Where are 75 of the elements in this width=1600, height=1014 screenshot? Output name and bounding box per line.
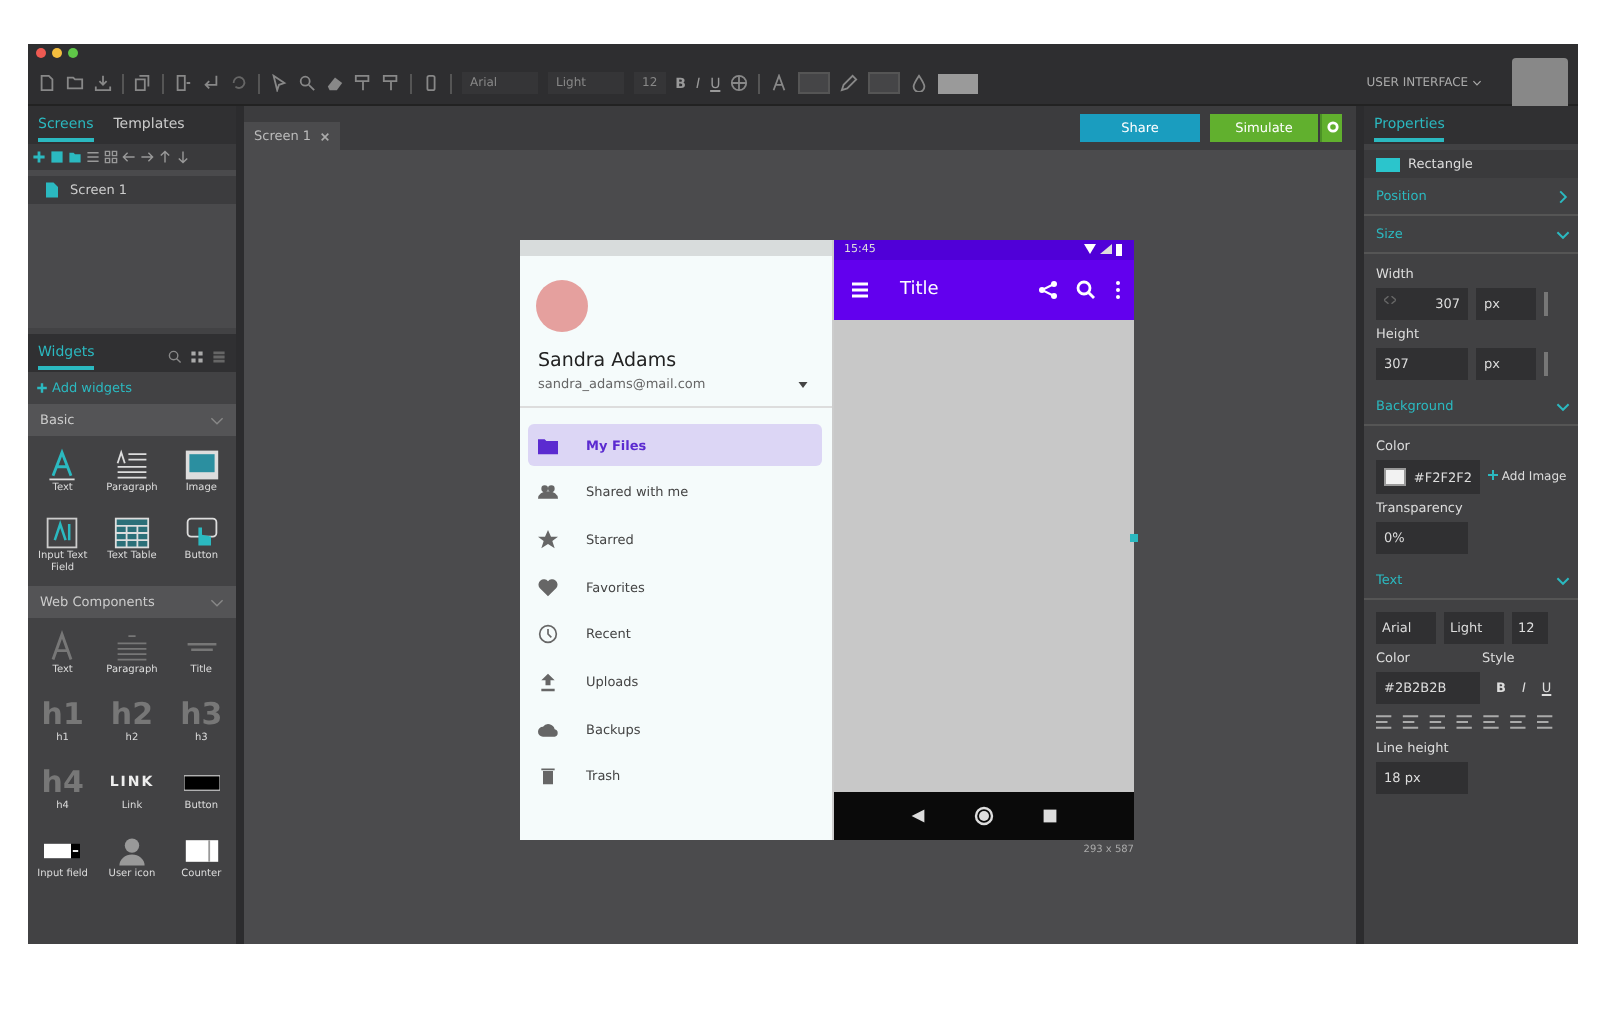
text-color-dropdown[interactable]: [798, 72, 831, 94]
plus-icon: [36, 382, 48, 394]
home-icon[interactable]: [974, 806, 994, 826]
table-icon: [113, 516, 150, 550]
user-name: Sandra Adams: [538, 350, 679, 372]
phone-icon[interactable]: [422, 74, 440, 92]
paragraph-icon: [113, 630, 150, 664]
paint-roller-icon[interactable]: [382, 74, 400, 92]
search-icon[interactable]: [1076, 280, 1096, 300]
settings-button[interactable]: [1320, 114, 1342, 142]
copy-icon[interactable]: [134, 74, 152, 92]
settings-icon: [1325, 119, 1339, 133]
rectangle-swatch-icon: [1376, 157, 1400, 171]
eraser-icon[interactable]: [326, 74, 344, 92]
folder-icon: [538, 435, 558, 455]
share-icon[interactable]: [1038, 280, 1058, 300]
menu-icon[interactable]: [850, 280, 870, 300]
maximize-window-icon[interactable]: [68, 48, 78, 58]
text-color-icon[interactable]: [770, 74, 789, 92]
clock-icon: [538, 624, 558, 645]
heart-icon: [538, 577, 558, 598]
download-icon[interactable]: [94, 74, 112, 92]
arrow-up-icon[interactable]: [158, 150, 172, 164]
document-icon[interactable]: [38, 74, 56, 92]
list-icon[interactable]: [86, 150, 100, 164]
upload-icon: [538, 671, 558, 692]
save-icon[interactable]: [50, 150, 64, 164]
people-icon: [538, 482, 558, 503]
text-field-icon: [44, 516, 81, 550]
arrow-left-icon[interactable]: [122, 150, 136, 164]
drop-icon[interactable]: [910, 74, 929, 92]
counter-icon: [183, 834, 220, 868]
fill-color-swatch[interactable]: [938, 73, 979, 93]
close-icon[interactable]: [319, 131, 330, 141]
close-window-icon[interactable]: [36, 48, 46, 58]
search-icon[interactable]: [168, 350, 182, 364]
image-icon: [183, 448, 220, 482]
page-icon[interactable]: [174, 74, 192, 92]
back-icon[interactable]: [910, 808, 926, 824]
minimize-window-icon[interactable]: [52, 48, 62, 58]
trash-icon: [538, 766, 558, 787]
star-icon: [538, 529, 558, 550]
folder-icon[interactable]: [68, 150, 82, 164]
grid-icon[interactable]: [104, 150, 118, 164]
more-options-icon[interactable]: [1114, 280, 1122, 300]
search-icon[interactable]: [298, 74, 316, 92]
globe-icon[interactable]: [730, 74, 749, 92]
resize-handle[interactable]: [1130, 534, 1138, 542]
return-arrow-icon[interactable]: [202, 74, 220, 92]
hand-pointer-icon: [183, 516, 220, 550]
paragraph-icon: [113, 448, 150, 482]
folder-icon[interactable]: [66, 74, 84, 92]
app-bar-title: Title: [900, 280, 939, 300]
cursor-icon[interactable]: [270, 74, 288, 92]
plus-icon[interactable]: [32, 150, 46, 164]
chevron-down-icon: [1472, 80, 1482, 86]
arrow-right-icon[interactable]: [140, 150, 154, 164]
letter-a-icon: [44, 448, 81, 482]
undo-icon[interactable]: [230, 74, 248, 92]
grid-view-icon[interactable]: [190, 350, 204, 364]
drag-arrows-icon[interactable]: [1384, 296, 1396, 304]
user-icon: [113, 834, 150, 868]
dropdown-caret-icon[interactable]: [798, 381, 808, 387]
plus-icon: [1488, 470, 1498, 480]
paint-roller-icon[interactable]: [354, 74, 372, 92]
avatar-circle: [536, 280, 588, 332]
pencil-icon[interactable]: [840, 74, 859, 92]
border-color-dropdown[interactable]: [868, 72, 901, 94]
status-icons-drawing: [1084, 244, 1124, 256]
lines-icon: [183, 642, 220, 652]
cloud-icon: [538, 719, 558, 740]
page-icon: [46, 182, 58, 198]
recents-icon[interactable]: [1042, 808, 1058, 824]
list-view-icon[interactable]: [212, 350, 226, 364]
arrow-down-icon[interactable]: [176, 150, 190, 164]
